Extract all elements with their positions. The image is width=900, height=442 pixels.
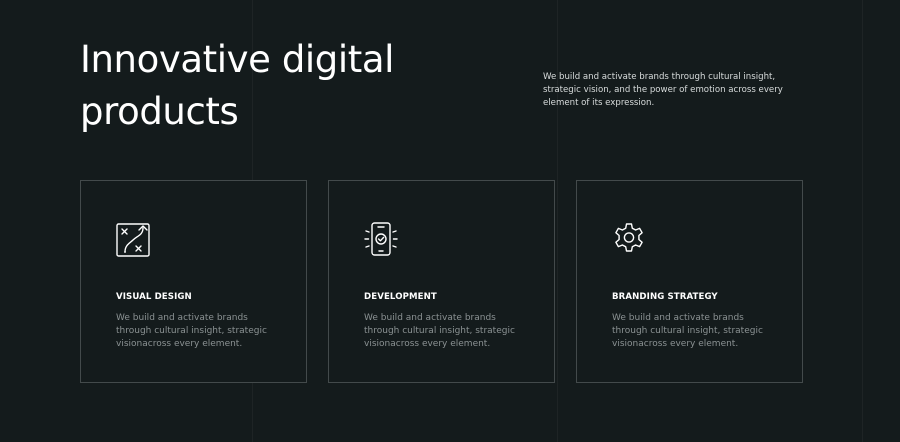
mobile-check-icon [361, 219, 401, 259]
service-description: We build and activate brands through cul… [116, 313, 267, 349]
hero-description: We build and activate brands through cul… [543, 72, 783, 108]
service-card-visual-design: VISUAL DESIGN We build and activate bran… [80, 180, 307, 383]
service-description: We build and activate brands through cul… [364, 313, 515, 349]
gear-icon [609, 219, 649, 259]
strategy-map-icon [113, 219, 153, 259]
background-gridline [557, 0, 558, 442]
service-card-branding-strategy: BRANDING STRATEGY We build and activate … [576, 180, 803, 383]
background-gridline [862, 0, 863, 442]
service-title: DEVELOPMENT [364, 292, 437, 302]
service-title: BRANDING STRATEGY [612, 292, 718, 302]
page-title: Innovative digital products [80, 38, 395, 133]
service-title: VISUAL DESIGN [116, 292, 192, 302]
service-card-development: DEVELOPMENT We build and activate brands… [328, 180, 555, 383]
service-description: We build and activate brands through cul… [612, 313, 763, 349]
